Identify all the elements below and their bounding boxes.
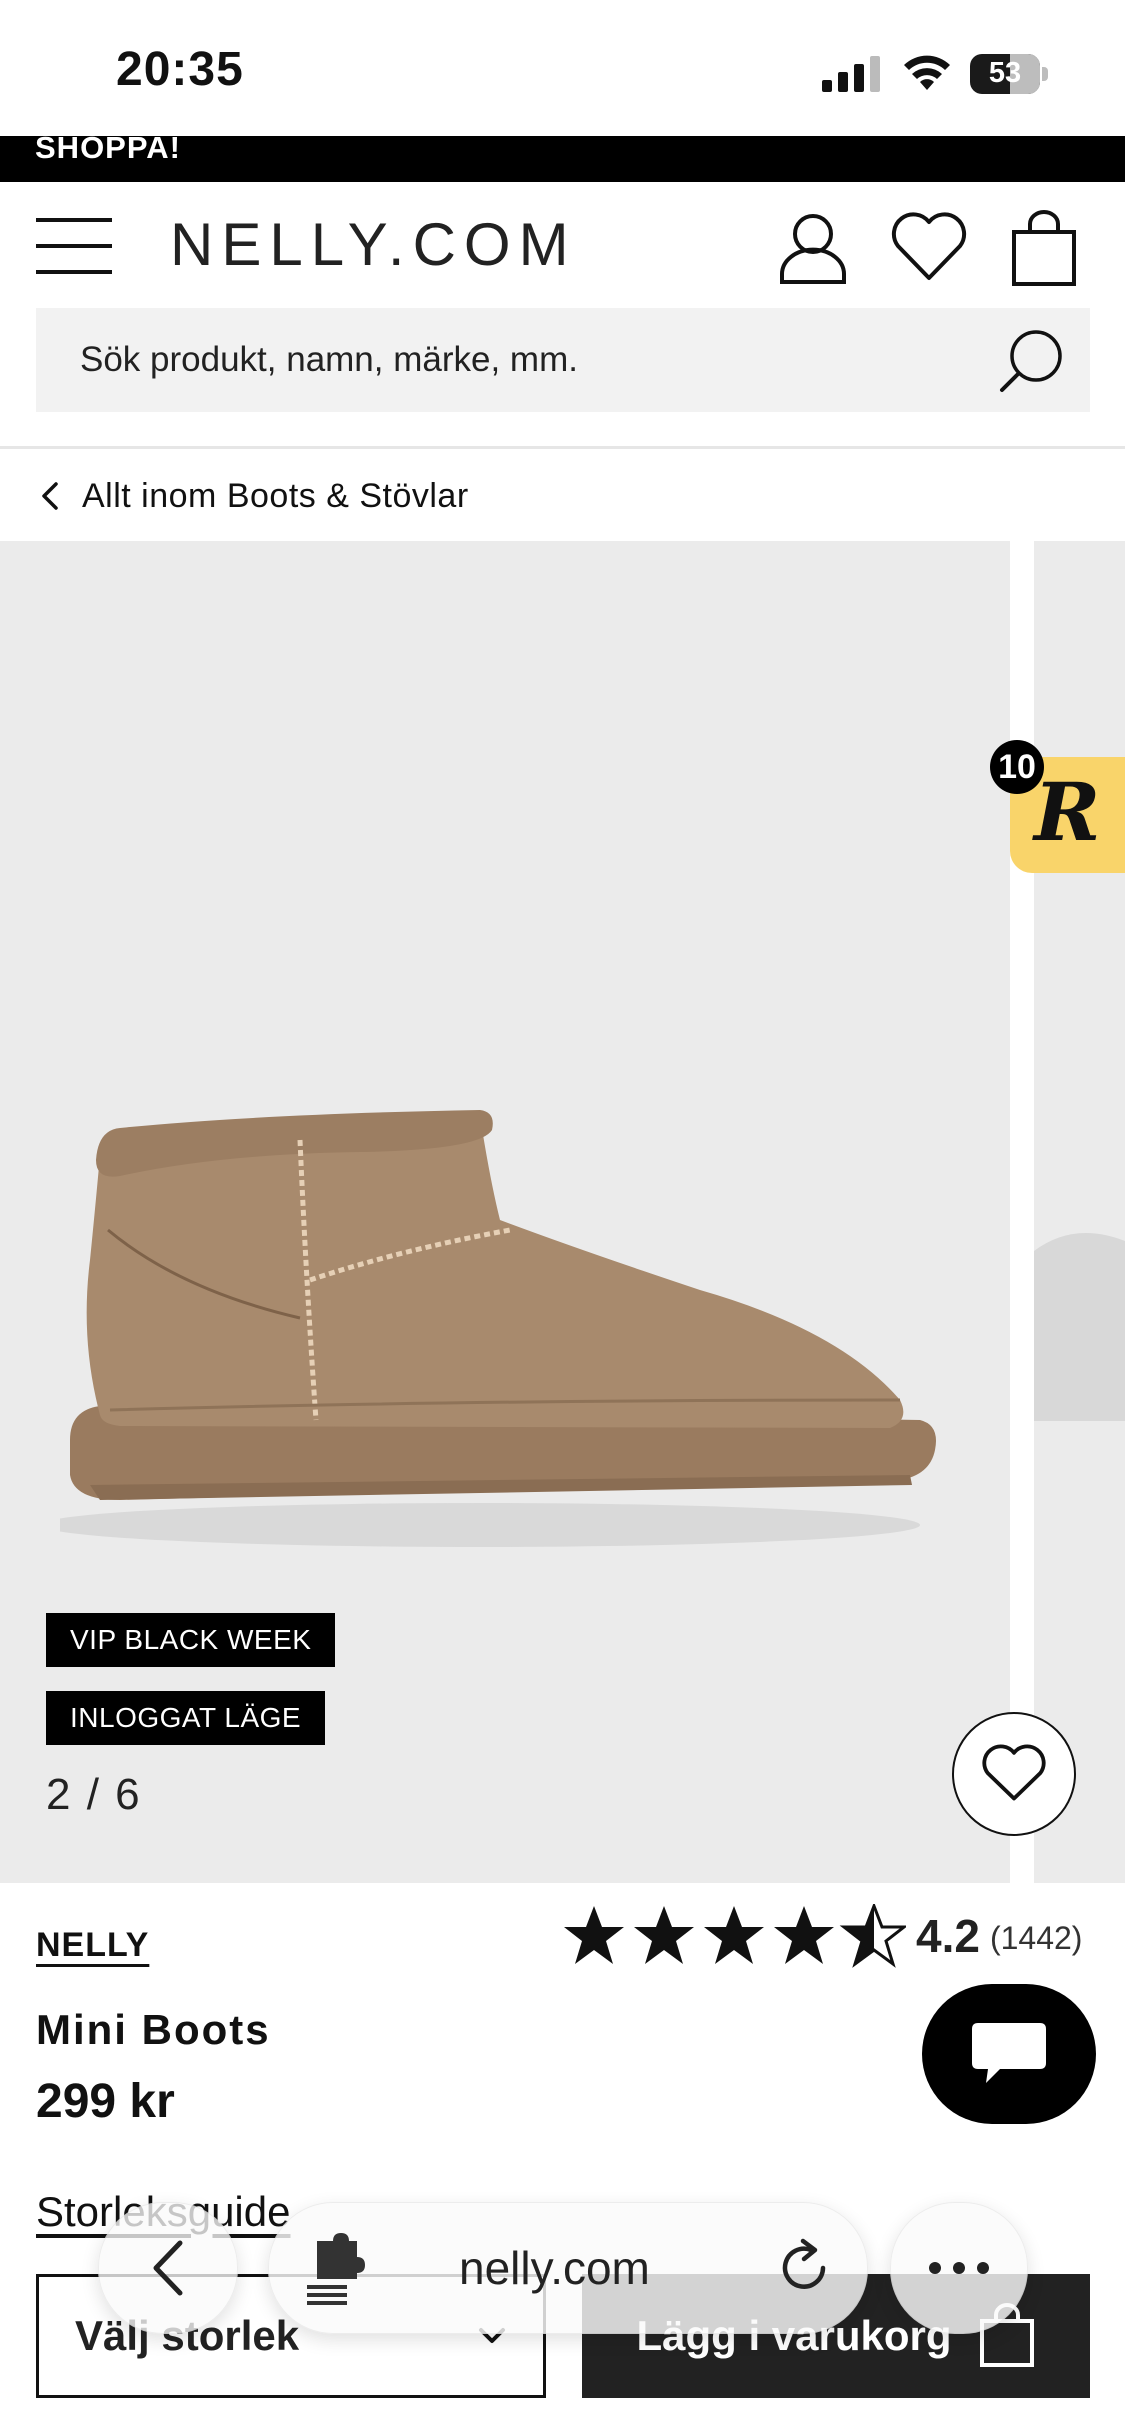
rewards-count-badge: 10 (990, 740, 1044, 794)
breadcrumb-label: Allt inom Boots & Stövlar (82, 476, 469, 515)
next-product-image[interactable] (1034, 541, 1125, 1883)
search-input[interactable] (80, 308, 980, 412)
favorite-button[interactable] (952, 1712, 1076, 1836)
heart-icon (982, 1744, 1046, 1801)
cellular-signal-icon (822, 56, 880, 92)
product-brand[interactable]: NELLY (36, 1926, 149, 1965)
product-price: 299 kr (36, 2075, 175, 2128)
battery-icon: 53 (970, 54, 1048, 94)
chevron-left-icon (42, 482, 58, 510)
product-image[interactable]: VIP BLACK WEEK INLOGGAT LÄGE (0, 541, 1010, 1883)
arrow-left-icon (153, 2240, 183, 2296)
breadcrumb[interactable]: Allt inom Boots & Stövlar (40, 466, 469, 526)
status-time: 20:35 (116, 43, 244, 96)
status-bar: 20:35 53 (0, 0, 1125, 136)
wishlist-icon[interactable] (890, 212, 968, 282)
rating-stars-icon (564, 1904, 906, 1966)
rating-value: 4.2 (916, 1910, 980, 1962)
product-rating[interactable]: 4.2 (1442) (562, 1904, 1082, 1968)
account-icon[interactable] (778, 212, 848, 284)
chat-button[interactable] (922, 1984, 1096, 2124)
extensions-icon (307, 2233, 365, 2305)
product-name: Mini Boots (36, 2006, 271, 2053)
header-divider (0, 446, 1125, 449)
promo-text: SHOPPA! (35, 136, 181, 165)
site-logo[interactable]: NELLY.COM (170, 210, 577, 279)
chat-icon (972, 2023, 1046, 2083)
search-icon[interactable] (996, 326, 1066, 396)
browser-more-button[interactable] (890, 2202, 1028, 2334)
promo-banner[interactable]: SHOPPA! (0, 136, 1125, 182)
more-dots-icon (929, 2262, 989, 2274)
next-image-preview (1034, 1233, 1125, 1421)
browser-back-button[interactable] (98, 2202, 238, 2334)
rewards-letter: R (1034, 765, 1101, 859)
badge-vip-black-week: VIP BLACK WEEK (46, 1613, 336, 1667)
boot-image (60, 1110, 936, 1547)
battery-level: 53 (988, 57, 1022, 89)
browser-url: nelly.com (459, 2242, 650, 2294)
wifi-icon (904, 55, 950, 90)
badge-inloggat-lage: INLOGGAT LÄGE (46, 1691, 326, 1745)
browser-address-bar[interactable]: nelly.com (268, 2202, 868, 2334)
search-bar[interactable] (36, 308, 1090, 412)
reload-icon[interactable] (773, 2237, 835, 2299)
hamburger-menu-icon[interactable] (36, 214, 112, 278)
image-counter: 2 / 6 (46, 1770, 142, 1819)
rating-count: (1442) (989, 1919, 1083, 1956)
shopping-bag-icon[interactable] (1010, 210, 1078, 286)
